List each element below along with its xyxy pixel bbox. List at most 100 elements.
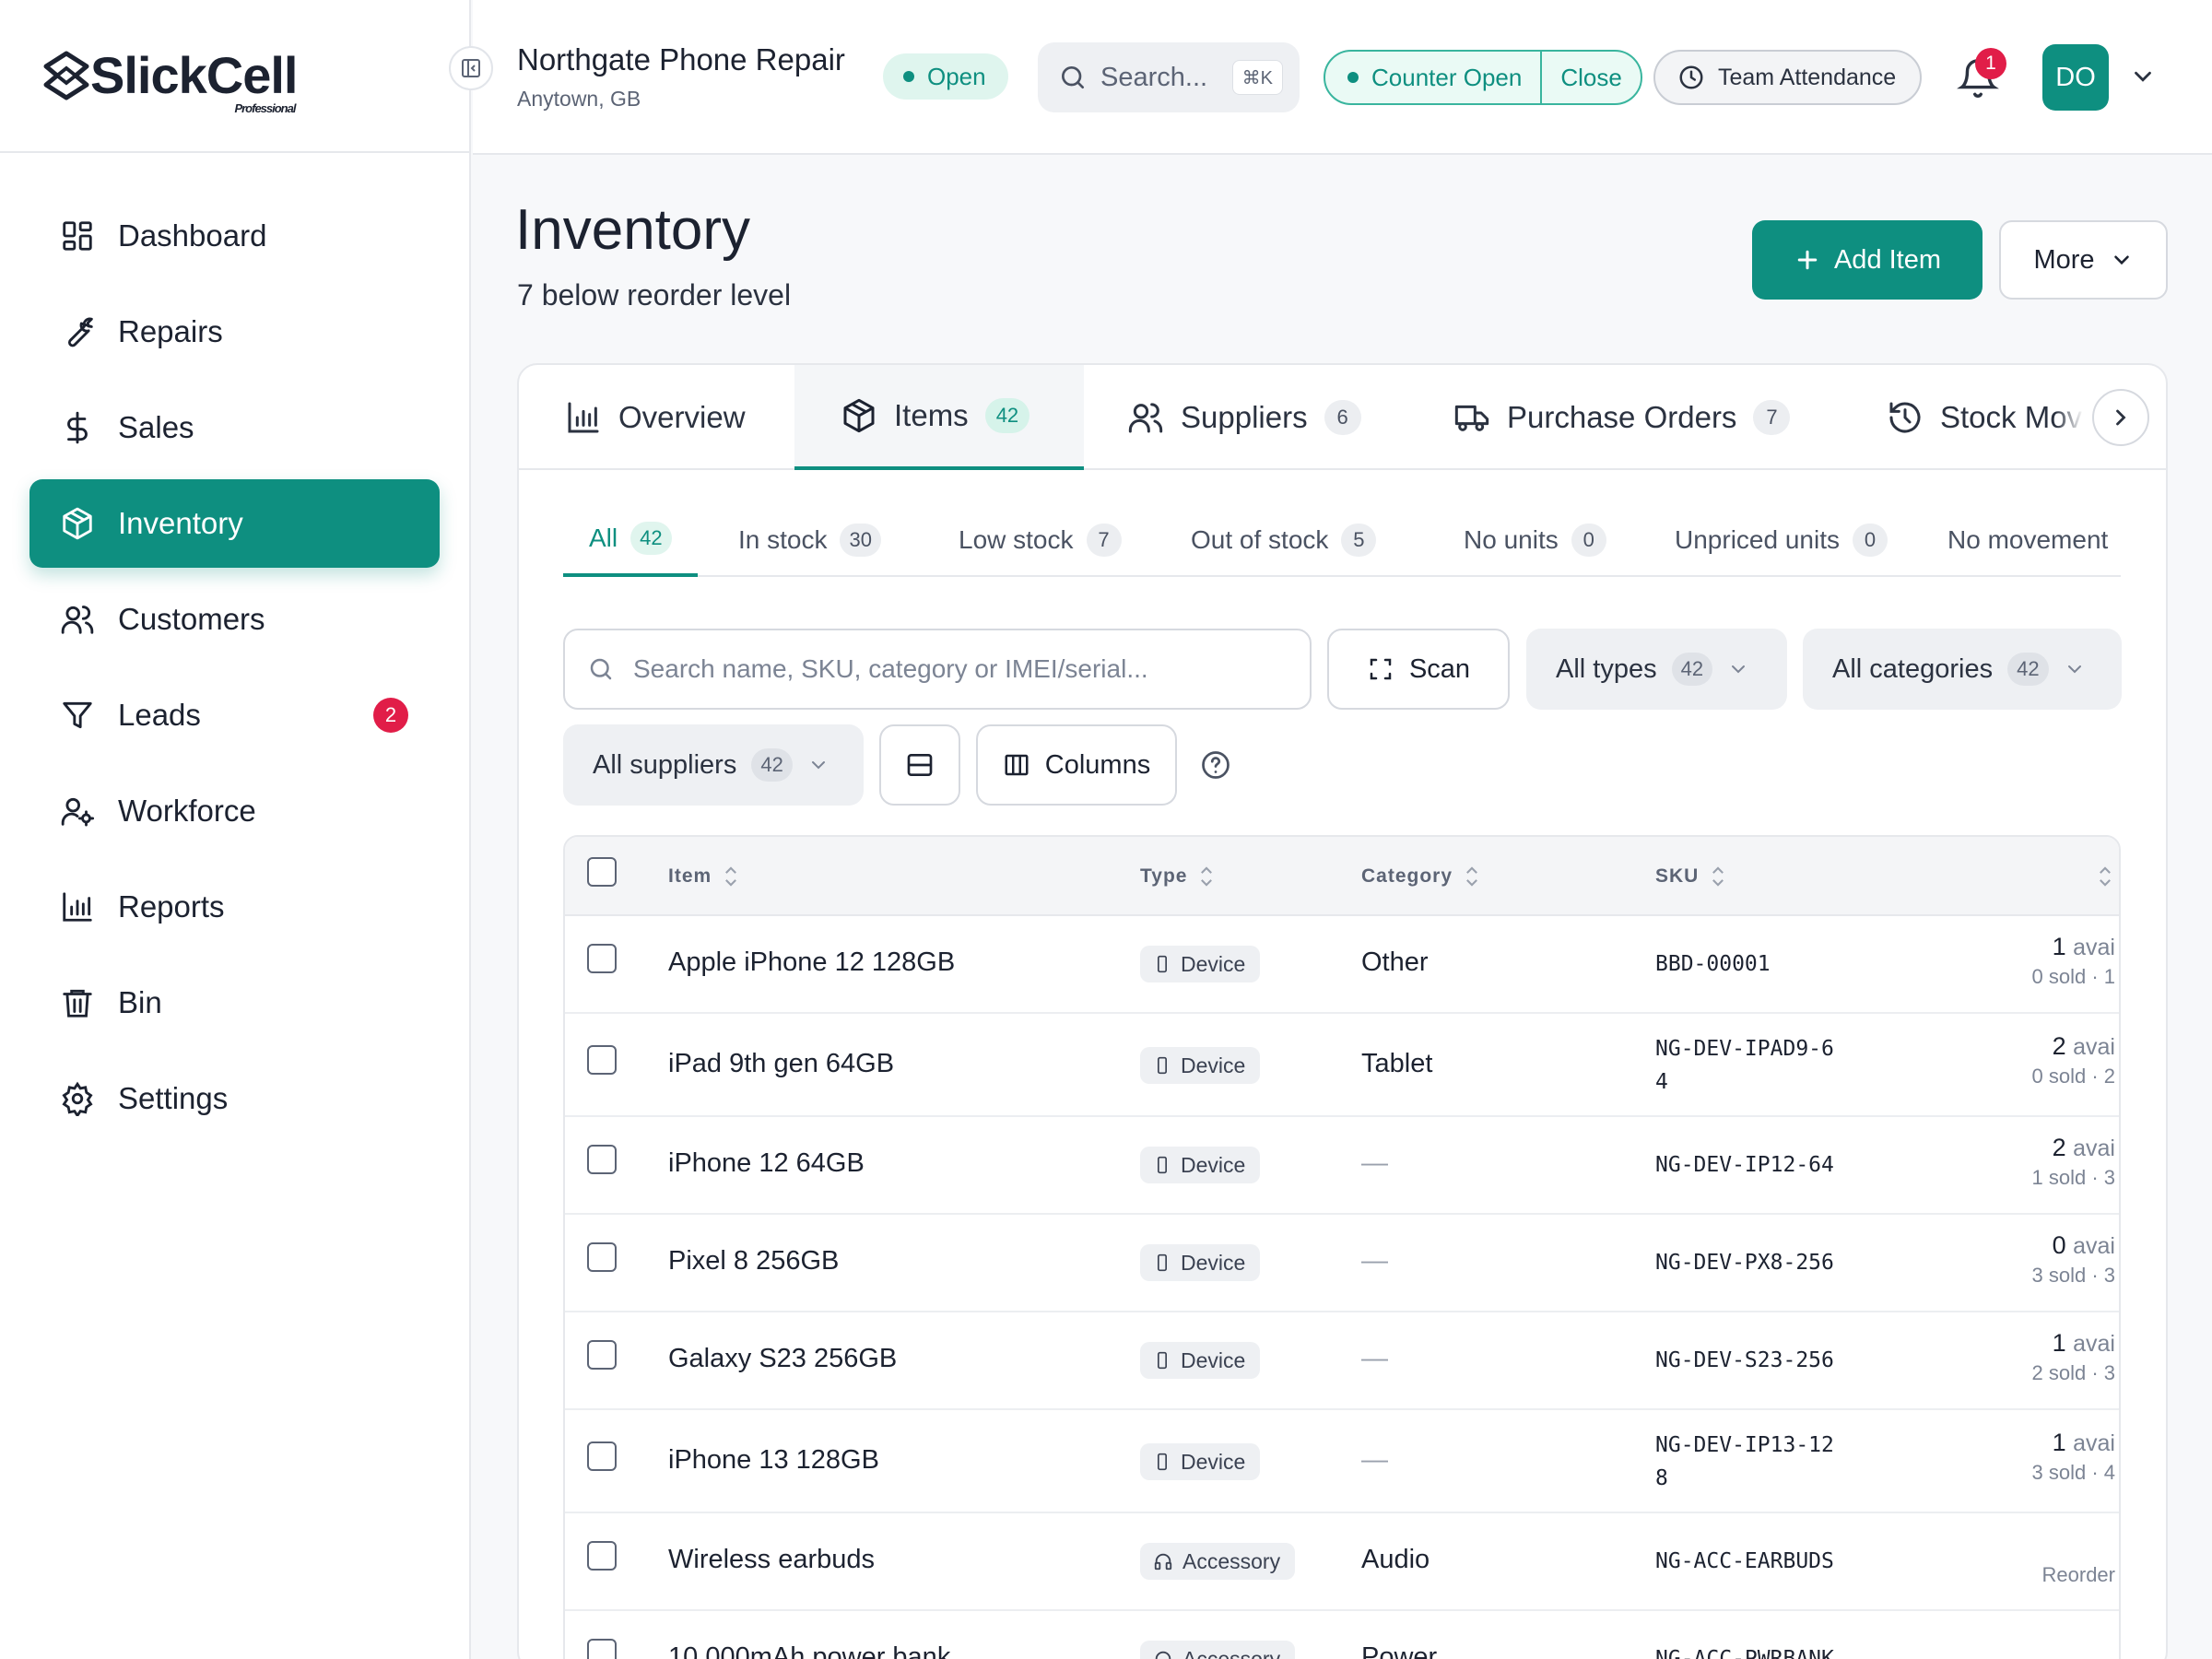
row-checkbox[interactable] [587,944,617,973]
sidebar-item-customers[interactable]: Customers [29,575,440,664]
sidebar-item-bin[interactable]: Bin [29,959,440,1047]
item-name[interactable]: Pixel 8 256GB [668,1246,839,1277]
tab-suppliers[interactable]: Suppliers 6 [1127,365,1361,470]
table-row[interactable]: Apple iPhone 12 128GB Device Other BBD-0… [565,916,2119,1014]
column-header-type[interactable]: Type [1140,837,1215,916]
store-name[interactable]: Northgate Phone Repair [517,42,845,77]
row-checkbox[interactable] [587,1045,617,1075]
table-row[interactable]: 10,000mAh power bank Accessory Power NG-… [565,1611,2119,1659]
row-checkbox[interactable] [587,1541,617,1571]
filter-low-stock[interactable]: Low stock 7 [959,503,1122,577]
tab-items[interactable]: Items 42 [794,365,1084,470]
column-header-sku[interactable]: SKU [1655,837,1726,916]
type-badge: Accessory [1140,1543,1296,1580]
filter-all[interactable]: All 42 [563,503,698,577]
tab-purchase-orders[interactable]: Purchase Orders 7 [1453,365,1791,470]
inventory-search-field[interactable] [563,629,1312,710]
table-row[interactable]: iPhone 12 64GB Device — NG-DEV-IP12-64 2… [565,1117,2119,1215]
sidebar-item-label: Inventory [118,506,243,540]
bar-chart-icon [568,402,599,433]
scan-button[interactable]: Scan [1327,629,1510,710]
table-row[interactable]: iPad 9th gen 64GB Device Tablet NG-DEV-I… [565,1014,2119,1117]
type-badge: Accessory [1140,1641,1296,1659]
sidebar-item-repairs[interactable]: Repairs [29,288,440,376]
phone-icon [1158,1156,1167,1174]
sort-icon [1201,866,1213,887]
select-all-checkbox[interactable] [587,857,617,887]
store-status-badge: Open [883,53,1008,100]
search-shortcut: ⌘K [1231,60,1283,95]
page-subtitle: 7 below reorder level [517,278,792,312]
store-location: Anytown, GB [517,87,641,111]
item-name[interactable]: iPhone 12 64GB [668,1148,865,1179]
phone-icon [1158,1056,1167,1075]
filter-no-units[interactable]: No units 0 [1464,503,1606,577]
rows-icon [907,754,933,776]
gear-icon [57,1078,98,1119]
table-row[interactable]: iPhone 13 128GB Device — NG-DEV-IP13-128… [565,1410,2119,1513]
row-checkbox[interactable] [587,1639,617,1659]
supplier-filter-select[interactable]: All suppliers 42 [563,724,864,806]
category-filter-select[interactable]: All categories 42 [1803,629,2122,710]
type-badge: Device [1140,1443,1261,1480]
avatar[interactable]: DO [2042,44,2109,111]
row-checkbox[interactable] [587,1340,617,1370]
more-button[interactable]: More [1999,220,2168,300]
global-search[interactable]: Search... ⌘K [1038,42,1300,112]
chevron-down-icon[interactable] [2129,63,2157,90]
add-item-button[interactable]: Add Item [1752,220,1983,300]
leads-count-badge: 2 [373,698,408,733]
sidebar-item-dashboard[interactable]: Dashboard [29,192,440,280]
columns-button[interactable]: Columns [976,724,1177,806]
counter-open-status[interactable]: Counter Open [1325,52,1543,103]
tab-stock-movements[interactable]: Stock Mov [1887,365,2082,470]
stock-cell: Reorder [1959,1530,2115,1587]
column-header-category[interactable]: Category [1361,837,1480,916]
table-row[interactable]: Wireless earbuds Accessory Audio NG-ACC-… [565,1513,2119,1611]
column-header-stock[interactable] [2086,837,2113,916]
table-row[interactable]: Galaxy S23 256GB Device — NG-DEV-S23-256… [565,1312,2119,1410]
item-name[interactable]: iPhone 13 128GB [668,1445,879,1476]
item-name[interactable]: iPad 9th gen 64GB [668,1049,894,1079]
collapse-sidebar-button[interactable] [449,46,493,90]
row-checkbox[interactable] [587,1441,617,1471]
item-name[interactable]: Wireless earbuds [668,1545,875,1575]
counter-close-button[interactable]: Close [1542,52,1640,103]
tabs-scroll-next-button[interactable] [2092,389,2149,446]
density-toggle-button[interactable] [879,724,960,806]
sidebar-item-sales[interactable]: Sales [29,383,440,472]
type-filter-select[interactable]: All types 42 [1526,629,1787,710]
filter-out-of-stock[interactable]: Out of stock 5 [1191,503,1377,577]
table-row[interactable]: Pixel 8 256GB Device — NG-DEV-PX8-256 0 … [565,1215,2119,1312]
suppliers-count: 6 [1324,400,1361,435]
help-icon[interactable] [1199,748,1232,782]
column-header-item[interactable]: Item [668,837,739,916]
team-attendance-button[interactable]: Team Attendance [1653,50,1923,105]
funnel-icon [57,695,98,735]
sort-icon [2100,866,2111,887]
row-checkbox[interactable] [587,1242,617,1272]
sidebar-item-inventory[interactable]: Inventory [29,479,440,568]
sidebar-item-leads[interactable]: Leads 2 [29,671,440,759]
filter-in-stock[interactable]: In stock 30 [738,503,881,577]
trash-icon [57,982,98,1023]
tab-overview[interactable]: Overview [565,365,746,470]
sku-cell: NG-DEV-IP13-128 [1655,1433,1834,1490]
logo[interactable]: SlickCell Professional [42,50,298,114]
filter-unpriced-units[interactable]: Unpriced units 0 [1675,503,1888,577]
sidebar-item-reports[interactable]: Reports [29,863,440,951]
sidebar-item-label: Sales [118,410,194,444]
sidebar-item-workforce[interactable]: Workforce [29,767,440,855]
type-badge: Device [1140,1047,1261,1084]
chevron-down-icon [2067,665,2081,674]
item-name[interactable]: 10,000mAh power bank [668,1642,950,1659]
page-title: Inventory [515,198,751,262]
filter-no-movement[interactable]: No movement [1947,503,2121,577]
inventory-search-input[interactable] [633,654,1278,684]
row-checkbox[interactable] [587,1145,617,1174]
item-name[interactable]: Galaxy S23 256GB [668,1344,897,1374]
sidebar-item-settings[interactable]: Settings [29,1054,440,1143]
sidebar-item-label: Dashboard [118,218,267,253]
item-name[interactable]: Apple iPhone 12 128GB [668,947,955,978]
inventory-card: Overview Items 42 Suppliers 6 Purchase O… [517,363,2168,1659]
